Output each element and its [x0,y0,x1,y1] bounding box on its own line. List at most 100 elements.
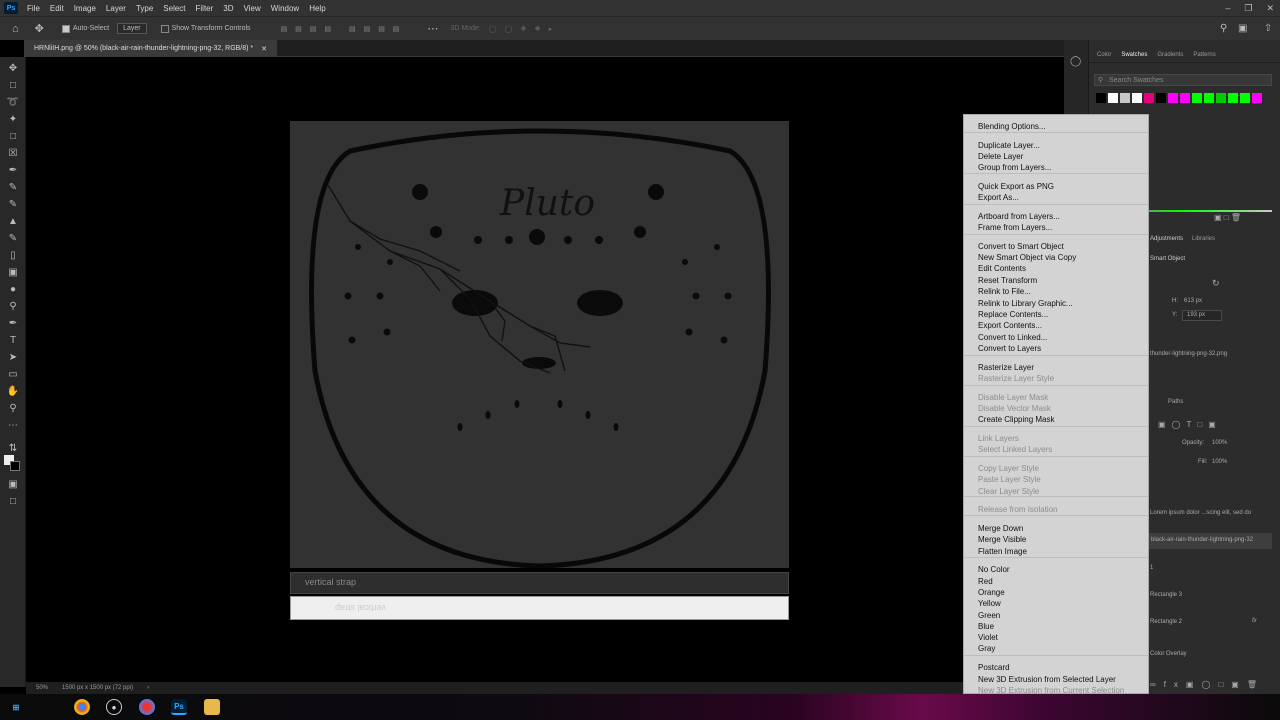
search-icon[interactable]: ⚲ [1220,23,1227,34]
context-menu-item[interactable]: Delete Layer [978,152,1023,162]
context-menu-item[interactable]: Merge Visible [978,535,1026,545]
context-menu-item[interactable]: New 3D Extrusion from Selected Layer [978,675,1116,685]
context-menu-item[interactable]: Frame from Layers... [978,223,1052,233]
context-menu-item[interactable]: Relink to Library Graphic... [978,299,1073,309]
context-menu-item[interactable]: Replace Contents... [978,310,1048,320]
context-menu-item[interactable]: Group from Layers... [978,163,1051,173]
color-swatch[interactable] [1216,93,1226,103]
magic-wand-icon[interactable]: ✦ [6,112,20,126]
document-tab[interactable]: HRNliIH.png @ 50% (black-air-rain-thunde… [24,40,278,57]
context-menu-item[interactable]: Export As... [978,193,1019,203]
blur-tool-icon[interactable]: ● [6,282,20,296]
context-menu-item[interactable]: Convert to Layers [978,344,1041,354]
menu-image[interactable]: Image [69,4,101,13]
context-menu-item[interactable]: Merge Down [978,524,1023,534]
layer-lightning-selected[interactable]: black-air-rain-thunder-lightning-png-32 [1149,533,1272,549]
h-value[interactable]: 613 px [1184,298,1202,304]
context-menu-item[interactable]: Blending Options... [978,122,1046,132]
lasso-tool-icon[interactable]: ➰ [6,95,20,109]
context-menu-item[interactable]: Relink to File... [978,287,1031,297]
context-menu-item[interactable]: Export Contents... [978,321,1042,331]
workspace-icon[interactable]: ▣ [1238,23,1247,34]
color-swatch[interactable] [1108,93,1118,103]
color-swatch[interactable] [1156,93,1166,103]
caption-box[interactable]: vertical strap [290,572,789,594]
context-menu-item[interactable]: Edit Contents [978,264,1026,274]
menu-window[interactable]: Window [266,4,304,13]
context-menu-item[interactable]: Yellow [978,599,1001,609]
auto-select-checkbox[interactable]: Auto-Select [61,24,109,33]
tab-color[interactable]: Color [1097,52,1111,58]
close-tab-icon[interactable]: ✕ [261,45,267,53]
context-menu-item[interactable]: Artboard from Layers... [978,212,1060,222]
menu-help[interactable]: Help [304,4,330,13]
context-menu-item[interactable]: Violet [978,633,998,643]
context-menu-item[interactable]: Green [978,611,1000,621]
gradient-tool-icon[interactable]: ▣ [6,265,20,279]
context-menu-item[interactable]: Blue [978,622,994,632]
context-menu-item[interactable]: New Smart Object via Copy [978,253,1076,263]
document-canvas[interactable]: Pluto [290,121,789,568]
context-menu-item[interactable]: Orange [978,588,1005,598]
color-swatch[interactable] [1192,93,1202,103]
color-swatch[interactable] [1252,93,1262,103]
color-swatch[interactable] [1240,93,1250,103]
adjustments-tab[interactable]: Adjustments [1150,236,1183,242]
caption-box-flipped[interactable]: vertical strap [290,596,789,620]
color-swatch[interactable] [1144,93,1154,103]
restore-icon[interactable]: ❐ [1244,3,1252,14]
fill-value[interactable]: 100% [1212,459,1227,465]
history-brush-icon[interactable]: ✎ [6,231,20,245]
healing-brush-icon[interactable]: ✎ [6,180,20,194]
menu-layer[interactable]: Layer [101,4,131,13]
path-selection-icon[interactable]: ➤ [6,350,20,364]
context-menu-item[interactable]: Rasterize Layer [978,363,1034,373]
home-icon[interactable]: ⌂ [12,23,19,35]
obs-icon[interactable]: ● [106,699,122,715]
fx-icon[interactable]: fx [1252,618,1257,624]
menu-select[interactable]: Select [158,4,190,13]
layer-actions-icons[interactable]: ∞fx▣◯□▣🗑 [1150,680,1265,689]
show-transform-checkbox[interactable]: Show Transform Controls [160,24,251,33]
auto-select-target-dropdown[interactable]: Layer [117,23,147,34]
layer-text-lorem[interactable]: Lorem ipsum dolor ...scing elit, sed do [1150,510,1251,516]
swap-colors-icon[interactable]: ⇅ [6,441,20,455]
brush-tool-icon[interactable]: ✎ [6,197,20,211]
context-menu-item[interactable]: Convert to Smart Object [978,242,1064,252]
menu-3d[interactable]: 3D [218,4,238,13]
context-menu-item[interactable]: Red [978,577,993,587]
screen-mode-icon[interactable]: □ [6,494,20,508]
3d-mode-icons[interactable]: ◯◯✥❖▸ [489,25,560,33]
context-menu-item[interactable]: Reset Transform [978,276,1037,286]
context-menu-item[interactable]: Duplicate Layer... [978,141,1040,151]
minimize-icon[interactable]: – [1225,3,1230,13]
frame-tool-icon[interactable]: ☒ [6,146,20,160]
shape-tool-icon[interactable]: ▭ [6,367,20,381]
tab-swatches[interactable]: Swatches [1121,52,1147,58]
menu-filter[interactable]: Filter [191,4,219,13]
color-swatch[interactable] [1204,93,1214,103]
close-icon[interactable]: ✕ [1266,3,1274,14]
swatch-search-input[interactable]: ⚲ Search Swatches [1094,74,1272,86]
more-tools-icon[interactable]: ⋯ [6,418,20,432]
color-swatch[interactable] [1180,93,1190,103]
layer-effect-color-overlay[interactable]: Color Overlay [1150,651,1187,657]
context-menu-item[interactable]: Convert to Linked... [978,333,1047,343]
pen-tool-icon[interactable]: ✒ [6,316,20,330]
context-menu-item[interactable]: Gray [978,644,995,654]
eyedropper-icon[interactable]: ✒ [6,163,20,177]
chrome-icon[interactable] [74,699,90,715]
paths-tab[interactable]: Paths [1168,399,1183,405]
y-value[interactable]: 193 px [1182,310,1222,321]
folder-icon[interactable]: ▣ □ 🗑 [1214,213,1241,222]
move-tool-icon[interactable]: ✥ [35,22,44,35]
align-icons[interactable]: ▤▤▤▤ ▤▤▤▤ [281,25,408,33]
layer-rectangle-2[interactable]: Rectangle 2 [1150,619,1182,625]
menu-file[interactable]: File [22,4,45,13]
color-swatch[interactable] [1096,93,1106,103]
tab-gradients[interactable]: Gradients [1157,52,1183,58]
move-tool-icon[interactable]: ✥ [6,61,20,75]
chrome-canary-icon[interactable] [139,699,155,715]
layer-rectangle-3[interactable]: Rectangle 3 [1150,592,1182,598]
tab-patterns[interactable]: Patterns [1193,52,1215,58]
